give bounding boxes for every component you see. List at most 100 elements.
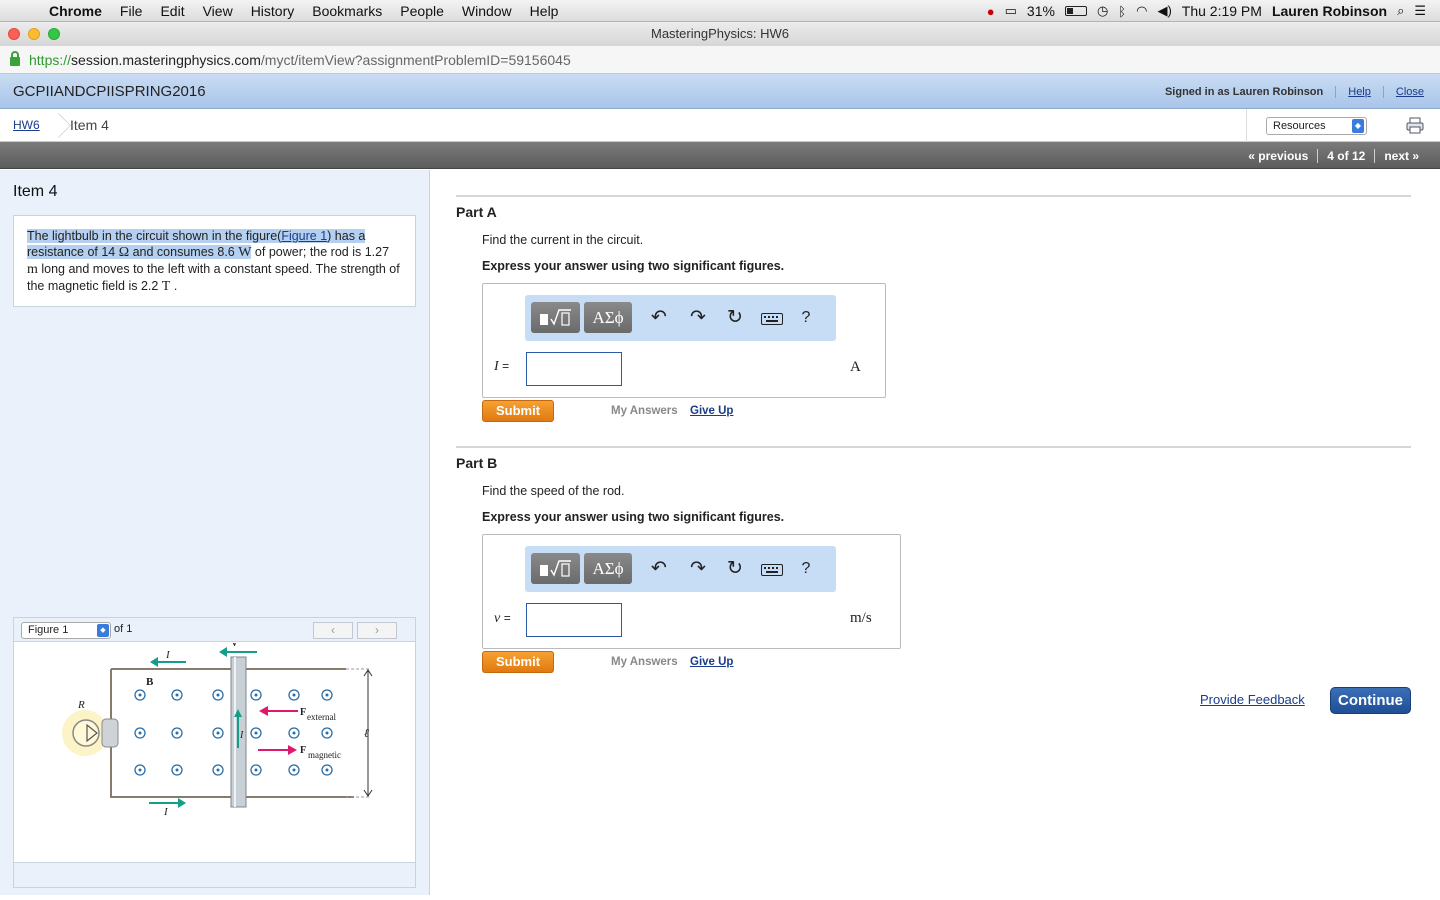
greek-symbols-button[interactable]: ΑΣϕ xyxy=(584,553,632,584)
keyboard-icon[interactable] xyxy=(761,313,783,325)
window-close-button[interactable] xyxy=(8,28,20,40)
help-link[interactable]: Help xyxy=(1335,85,1383,98)
part-a-my-answers[interactable]: My Answers xyxy=(611,405,678,417)
problem-panel: Item 4 The lightbulb in the circuit show… xyxy=(0,170,430,895)
part-b-my-answers[interactable]: My Answers xyxy=(611,656,678,668)
templates-button[interactable] xyxy=(531,553,580,584)
part-b-answer-input[interactable] xyxy=(526,603,622,637)
reset-icon[interactable]: ↻ xyxy=(724,559,746,581)
part-a-unit: A xyxy=(850,359,861,375)
window-title: MasteringPhysics: HW6 xyxy=(651,26,789,41)
undo-icon[interactable]: ↶ xyxy=(648,559,670,581)
part-b-give-up-link[interactable]: Give Up xyxy=(690,656,733,668)
part-b-submit-button[interactable]: Submit xyxy=(482,651,554,673)
menu-app-chrome[interactable]: Chrome xyxy=(40,3,111,19)
templates-icon xyxy=(540,560,571,577)
window-titlebar: MasteringPhysics: HW6 xyxy=(0,22,1440,46)
part-a-answer-box: ΑΣϕ ↶ ↷ ↻ ? I = A xyxy=(482,283,886,398)
circuit-figure: ℓ R v I B I F external F magnetic I xyxy=(62,643,373,818)
item-navigation-bar: « previous 4 of 12 next » xyxy=(0,142,1440,169)
templates-button[interactable] xyxy=(531,302,580,333)
clock[interactable]: Thu 2:19 PM xyxy=(1182,3,1262,19)
velocity-label: v xyxy=(232,643,237,649)
lightbulb-base xyxy=(101,718,119,748)
spotlight-search-icon[interactable]: ⌕ xyxy=(1397,3,1404,19)
figure-viewer: Figure 1 ◆ of 1 ‹ › ℓ R v I B I F extern… xyxy=(13,617,416,888)
menu-edit[interactable]: Edit xyxy=(151,3,193,19)
macos-menubar: Chrome File Edit View History Bookmarks … xyxy=(0,0,1440,22)
resources-dropdown[interactable]: Resources ◆ xyxy=(1266,116,1367,135)
window-zoom-button[interactable] xyxy=(48,28,60,40)
redo-icon[interactable]: ↷ xyxy=(687,308,709,330)
help-icon[interactable]: ? xyxy=(795,559,817,581)
figure-1-link[interactable]: Figure 1 xyxy=(281,229,327,243)
menu-file[interactable]: File xyxy=(111,3,152,19)
close-link[interactable]: Close xyxy=(1382,85,1424,98)
status-app-icon[interactable]: ● xyxy=(987,4,995,19)
part-b-answer-box: ΑΣϕ ↶ ↷ ↻ ? v = m/s xyxy=(482,534,901,649)
provide-feedback-link[interactable]: Provide Feedback xyxy=(1200,692,1305,707)
dropdown-arrows-icon: ◆ xyxy=(1352,118,1364,133)
part-a-submit-button[interactable]: Submit xyxy=(482,400,554,422)
menu-view[interactable]: View xyxy=(194,3,242,19)
battery-icon[interactable] xyxy=(1064,6,1087,16)
menu-history[interactable]: History xyxy=(242,3,304,19)
math-toolbar: ΑΣϕ ↶ ↷ ↻ ? xyxy=(525,295,836,341)
airplay-icon[interactable]: ▭ xyxy=(1005,3,1017,19)
part-a-prompt: Find the current in the circuit. xyxy=(482,233,644,247)
part-b-variable: v = xyxy=(494,611,511,626)
math-toolbar: ΑΣϕ ↶ ↷ ↻ ? xyxy=(525,546,836,592)
url-text[interactable]: https://session.masteringphysics.com/myc… xyxy=(29,52,571,68)
reset-icon[interactable]: ↻ xyxy=(724,308,746,330)
current-label-rod: I xyxy=(239,730,244,741)
magnetic-force-subscript: magnetic xyxy=(308,750,341,760)
figure-select[interactable]: Figure 1 ◆ xyxy=(21,622,111,639)
keyboard-icon[interactable] xyxy=(761,564,783,576)
menu-bookmarks[interactable]: Bookmarks xyxy=(303,3,391,19)
resistor-label: R xyxy=(77,699,85,711)
help-icon[interactable]: ? xyxy=(795,308,817,330)
lightbulb xyxy=(72,719,100,747)
notification-center-icon[interactable]: ☰ xyxy=(1414,3,1426,19)
continue-button[interactable]: Continue xyxy=(1330,687,1411,714)
battery-percent: 31% xyxy=(1026,3,1055,19)
lock-icon[interactable] xyxy=(10,51,20,66)
previous-link[interactable]: « previous xyxy=(1239,149,1317,163)
dropdown-arrows-icon: ◆ xyxy=(97,624,109,637)
part-a-title: Part A xyxy=(456,204,497,220)
status-area: ● ▭ 31% ◷ ᛒ ◠ ◀) Thu 2:19 PM Lauren Robi… xyxy=(987,0,1440,22)
address-bar[interactable]: https://session.masteringphysics.com/myc… xyxy=(0,46,1440,74)
bluetooth-icon[interactable]: ᛒ xyxy=(1118,4,1126,19)
part-a-instruction: Express your answer using two significan… xyxy=(482,259,785,273)
figure-prev-button[interactable]: ‹ xyxy=(313,622,353,639)
window-minimize-button[interactable] xyxy=(28,28,40,40)
next-link[interactable]: next » xyxy=(1374,148,1428,163)
wifi-icon[interactable]: ◠ xyxy=(1136,3,1147,19)
current-label-top: I xyxy=(165,649,171,661)
time-machine-icon[interactable]: ◷ xyxy=(1097,3,1108,19)
part-b-divider xyxy=(456,446,1411,448)
course-name: GCPIIANDCPIISPRING2016 xyxy=(13,82,206,100)
field-label: B xyxy=(146,676,154,688)
answer-panel: Part A Find the current in the circuit. … xyxy=(431,170,1436,895)
menu-help[interactable]: Help xyxy=(521,3,568,19)
volume-icon[interactable]: ◀) xyxy=(1157,3,1171,19)
breadcrumb-hw6-link[interactable]: HW6 xyxy=(0,118,52,132)
item-position: 4 of 12 xyxy=(1317,148,1374,163)
menu-people[interactable]: People xyxy=(391,3,453,19)
problem-statement: The lightbulb in the circuit shown in th… xyxy=(13,215,416,307)
part-b-title: Part B xyxy=(456,455,498,471)
undo-icon[interactable]: ↶ xyxy=(648,308,670,330)
printer-icon[interactable] xyxy=(1406,117,1424,134)
part-b-instruction: Express your answer using two significan… xyxy=(482,510,785,524)
part-a-give-up-link[interactable]: Give Up xyxy=(690,405,733,417)
part-a-answer-input[interactable] xyxy=(526,352,622,386)
menu-window[interactable]: Window xyxy=(453,3,521,19)
greek-symbols-button[interactable]: ΑΣϕ xyxy=(584,302,632,333)
item-title: Item 4 xyxy=(13,183,58,200)
figure-toolbar: Figure 1 ◆ of 1 ‹ › xyxy=(14,618,415,642)
figure-next-button[interactable]: › xyxy=(357,622,397,639)
templates-icon xyxy=(540,309,571,326)
redo-icon[interactable]: ↷ xyxy=(687,559,709,581)
current-user[interactable]: Lauren Robinson xyxy=(1272,3,1387,19)
